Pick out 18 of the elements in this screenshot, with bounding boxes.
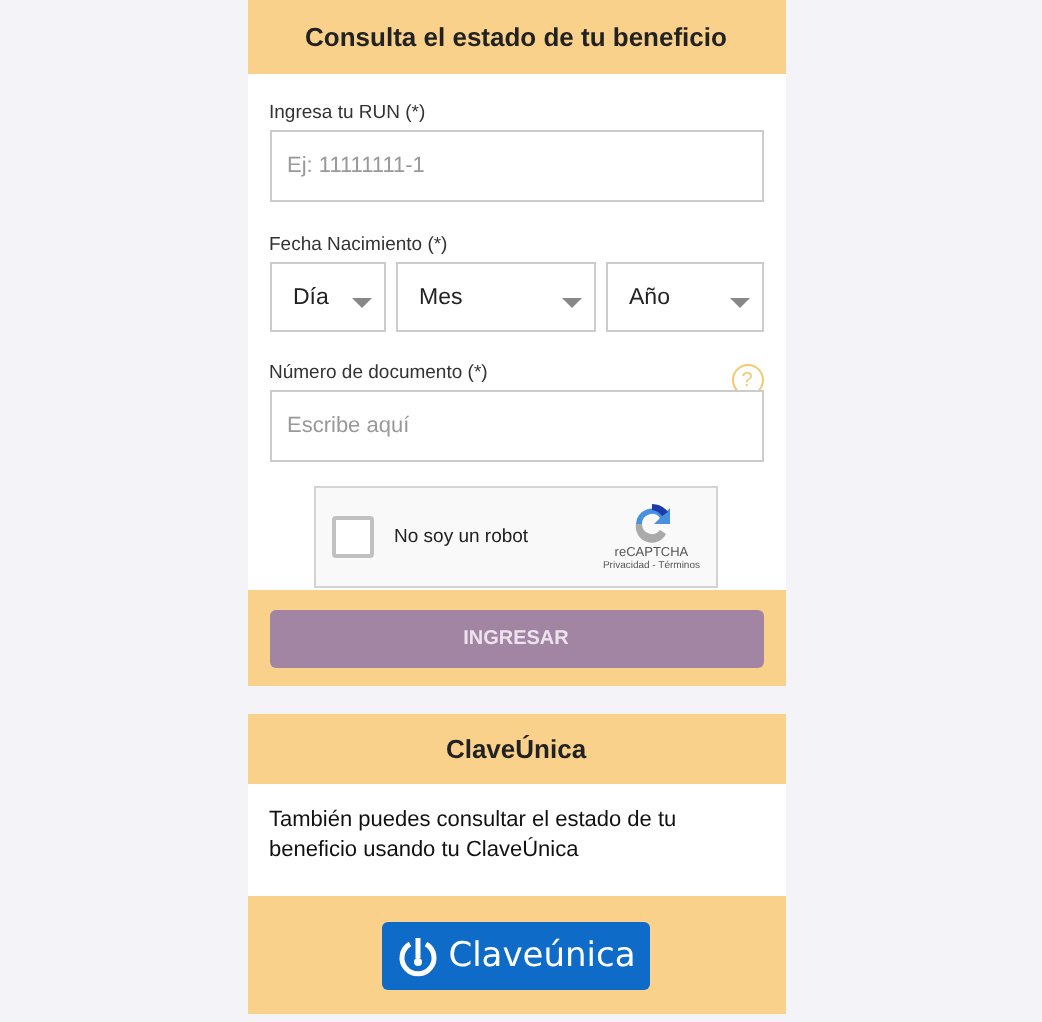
run-field[interactable]: Ej: 11111111-1 — [269, 130, 763, 202]
field-label: Ingresa tu RUN (*) — [269, 101, 426, 123]
date-select[interactable]: Año — [605, 262, 763, 332]
form-title: Consulta el estado de tu beneficio — [305, 22, 727, 52]
field-label: Fecha Nacimiento (*) — [269, 233, 448, 255]
date-select[interactable]: Mes — [395, 262, 595, 332]
caret-icon — [351, 297, 371, 309]
power-icon — [396, 933, 441, 977]
document-field[interactable]: Escribe aquí — [269, 390, 763, 462]
captcha-label: No soy un robot — [394, 526, 531, 548]
caret-icon — [729, 297, 749, 309]
caret-icon — [561, 297, 581, 309]
field-label: Número de documento (*) — [269, 361, 488, 383]
info-text: También puedes consultar el estado de tu beneficio usando tu ClaveÚnica — [269, 808, 677, 862]
captcha-checkbox[interactable] — [332, 516, 374, 558]
section-title: ClaveÚnica — [445, 734, 587, 764]
claveunica-button[interactable]: Claveúnica — [382, 921, 650, 989]
date-select[interactable]: Día — [269, 262, 385, 332]
